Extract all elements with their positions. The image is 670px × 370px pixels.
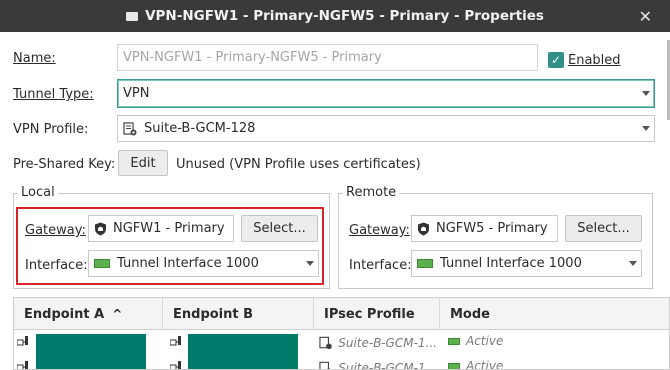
- mode-cell: Active: [448, 330, 503, 352]
- active-mode-icon: [448, 337, 460, 345]
- window-title: VPN-NGFW1 - Primary-NGFW5 - Primary - Pr…: [145, 8, 544, 24]
- tunnel-type-label: Tunnel Type:: [13, 87, 94, 102]
- name-field[interactable]: VPN-NGFW1 - Primary-NGFW5 - Primary: [117, 44, 538, 71]
- endpoint-icon: [17, 336, 28, 346]
- psk-edit-button[interactable]: Edit: [118, 150, 168, 176]
- remote-gateway-label: Gateway:: [349, 223, 410, 238]
- mode-text: Active: [466, 359, 504, 370]
- vpn-profile-label: VPN Profile:: [13, 122, 89, 137]
- ipsec-profile-cell: Suite-B-GCM-1...: [319, 332, 437, 354]
- remote-gateway-label-text: Gateway:: [349, 223, 410, 238]
- table-header: Endpoint A ^ Endpoint B IPsec Profile Mo…: [14, 298, 669, 330]
- name-label-text: Name:: [13, 51, 56, 66]
- table-row[interactable]: Suite-B-GCM-1... Active: [14, 355, 669, 370]
- close-icon[interactable]: ✕: [639, 7, 652, 26]
- tunnel-type-value: VPN: [123, 86, 150, 101]
- window-titlebar: VPN-NGFW1 - Primary-NGFW5 - Primary - Pr…: [0, 0, 670, 32]
- remote-interface-select[interactable]: Tunnel Interface 1000: [411, 250, 642, 277]
- checkbox-checked-icon[interactable]: ✓: [548, 52, 564, 68]
- endpoint-icon: [170, 361, 181, 369]
- name-label: Name:: [13, 51, 56, 66]
- column-endpoint-b[interactable]: Endpoint B: [163, 298, 314, 330]
- remote-select-button[interactable]: Select...: [565, 215, 642, 242]
- window-icon: [126, 11, 139, 21]
- ipsec-profile-text: Suite-B-GCM-1...: [338, 361, 437, 370]
- remote-gateway-value: NGFW5 - Primary: [436, 221, 548, 236]
- ipsec-profile-text: Suite-B-GCM-1...: [338, 336, 437, 350]
- column-endpoint-a[interactable]: Endpoint A ^: [14, 298, 163, 330]
- tunnel-type-select[interactable]: VPN: [117, 79, 655, 108]
- chevron-down-icon[interactable]: [625, 251, 641, 276]
- mode-text: Active: [466, 334, 504, 348]
- gateway-shield-icon: [417, 222, 430, 236]
- tunnels-table: Endpoint A ^ Endpoint B IPsec Profile Mo…: [13, 297, 670, 370]
- vpn-profile-icon: [123, 121, 137, 136]
- vpn-profile-value: Suite-B-GCM-128: [144, 121, 256, 136]
- remote-interface-label: Interface:: [349, 258, 412, 273]
- tunnel-interface-icon: [417, 259, 433, 268]
- psk-label: Pre-Shared Key:: [13, 157, 116, 172]
- mode-cell: Active: [448, 355, 504, 370]
- sort-ascending-icon[interactable]: ^: [112, 307, 122, 321]
- column-mode[interactable]: Mode: [440, 298, 669, 330]
- endpoint-icon: [17, 361, 28, 369]
- remote-interface-value: Tunnel Interface 1000: [440, 256, 582, 271]
- chevron-down-icon[interactable]: [638, 80, 654, 107]
- column-endpoint-a-label: Endpoint A: [24, 306, 105, 322]
- active-mode-icon: [448, 362, 460, 369]
- tunnel-type-label-text: Tunnel Type:: [13, 87, 94, 102]
- remote-gateway-field[interactable]: NGFW5 - Primary: [411, 215, 558, 242]
- enabled-label-text: Enabled: [568, 53, 621, 68]
- psk-status: Unused (VPN Profile uses certificates): [176, 157, 421, 172]
- column-ipsec-profile[interactable]: IPsec Profile: [314, 298, 440, 330]
- remote-group-title: Remote: [343, 185, 400, 200]
- endpoint-icon: [170, 336, 181, 346]
- vpn-profile-icon: [319, 336, 332, 350]
- vpn-profile-icon: [319, 361, 331, 369]
- local-highlight-box: [16, 207, 324, 285]
- vpn-profile-select[interactable]: Suite-B-GCM-128: [117, 115, 655, 142]
- local-group-title: Local: [18, 185, 58, 200]
- enabled-label[interactable]: Enabled: [568, 53, 621, 68]
- ipsec-profile-cell: Suite-B-GCM-1...: [319, 357, 437, 370]
- chevron-down-icon[interactable]: [638, 116, 654, 141]
- table-row[interactable]: Suite-B-GCM-1... Active: [14, 330, 669, 369]
